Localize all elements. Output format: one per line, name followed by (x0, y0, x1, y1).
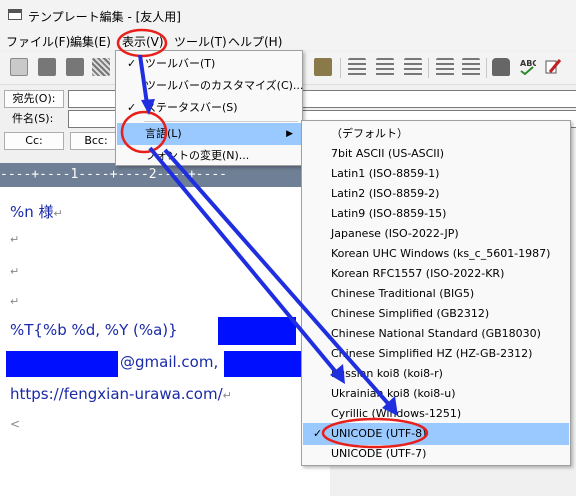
cc-button[interactable]: Cc: (4, 132, 64, 150)
to-button[interactable]: 宛先(O): (4, 90, 64, 108)
menu-edit[interactable]: 編集(E) (70, 33, 111, 50)
language-item[interactable]: Russian koi8 (koi8-r) (303, 363, 569, 385)
menu-item-toolbar[interactable]: ✓ ツールバー(T) (117, 53, 301, 75)
language-item[interactable]: （デフォルト） (303, 123, 569, 145)
subject-label: 件名(S): (12, 112, 54, 125)
open-icon[interactable] (66, 58, 84, 76)
menu-item-language[interactable]: 言語(L) ▶ (117, 123, 301, 145)
editor-line-3: ↵ (10, 265, 20, 278)
language-item[interactable]: 7bit ASCII (US-ASCII) (303, 143, 569, 165)
editor-line-date: %T{%b %d, %Y (%a)} (10, 321, 178, 339)
menu-view[interactable]: 表示(V) (122, 33, 164, 50)
redaction-box (6, 351, 118, 377)
menu-item-customize-toolbar[interactable]: ツールバーのカスタマイズ(C)... (117, 75, 303, 97)
view-menu: ✓ ツールバー(T) ツールバーのカスタマイズ(C)... ✓ ステータスバー(S)… (115, 50, 303, 166)
language-item[interactable]: Chinese Simplified (GB2312) (303, 303, 569, 325)
menu-item-statusbar[interactable]: ✓ ステータスバー(S) (117, 97, 301, 119)
app-icon (8, 9, 22, 20)
align-left-icon[interactable] (348, 58, 366, 76)
menu-tools[interactable]: ツール(T) (174, 33, 227, 50)
editor-line-url: https://fengxian-urawa.com/↵ (10, 385, 232, 403)
language-item[interactable]: Japanese (ISO-2022-JP) (303, 223, 569, 245)
language-item[interactable]: Chinese National Standard (GB18030) (303, 323, 569, 345)
hand-icon[interactable] (492, 58, 510, 76)
editor-line-1: %n 様↵ (10, 203, 63, 221)
svg-text:ABC: ABC (520, 59, 536, 68)
editor-line-2: ↵ (10, 233, 20, 246)
align-right-icon[interactable] (404, 58, 422, 76)
language-submenu: （デフォルト） 7bit ASCII (US-ASCII) Latin1 (IS… (301, 120, 571, 466)
title-bar: テンプレート編集 - [友人用] (0, 0, 576, 30)
save-icon[interactable] (38, 58, 56, 76)
language-item[interactable]: Korean UHC Windows (ks_c_5601-1987) (303, 243, 569, 265)
align-center-icon[interactable] (376, 58, 394, 76)
editor-line-8: < (10, 417, 21, 431)
menu-file[interactable]: ファイル(F) (6, 33, 70, 50)
list-icon[interactable] (436, 58, 454, 76)
new-icon[interactable] (10, 58, 28, 76)
language-item[interactable]: Korean RFC1557 (ISO-2022-KR) (303, 263, 569, 285)
language-item[interactable]: Chinese Simplified HZ (HZ-GB-2312) (303, 343, 569, 365)
paste-icon[interactable] (314, 58, 332, 76)
indent-icon[interactable] (462, 58, 480, 76)
language-item[interactable]: Cyrillic (Windows-1251) (303, 403, 569, 425)
window-title: テンプレート編集 - [友人用] (28, 10, 181, 24)
signature-icon[interactable] (544, 58, 562, 76)
language-item-utf8[interactable]: ✓ UNICODE (UTF-8) (303, 423, 569, 445)
language-item[interactable]: Ukrainian koi8 (koi8-u) (303, 383, 569, 405)
spellcheck-icon[interactable]: ABC (518, 58, 538, 76)
language-item[interactable]: Latin1 (ISO-8859-1) (303, 163, 569, 185)
menu-bar: ファイル(F) 編集(E) 表示(V) ツール(T) ヘルプ(H) (0, 30, 576, 50)
grid-icon[interactable] (92, 58, 110, 76)
editor-line-blank: ↵ (10, 295, 20, 308)
language-item[interactable]: Latin2 (ISO-8859-2) (303, 183, 569, 205)
menu-item-change-font[interactable]: フォントの変更(N)... (117, 145, 301, 167)
language-item[interactable]: Latin9 (ISO-8859-15) (303, 203, 569, 225)
redaction-box (218, 317, 296, 345)
language-item[interactable]: UNICODE (UTF-7) (303, 443, 569, 465)
editor-line-email: @gmail.com, (120, 353, 219, 371)
menu-help[interactable]: ヘルプ(H) (228, 33, 282, 50)
editor-body[interactable]: %n 様↵ ↵ ↵ ↵ %T{%b %d, %Y (%a)} @gmail.co… (0, 187, 330, 496)
language-item[interactable]: Chinese Traditional (BIG5) (303, 283, 569, 305)
submenu-arrow-icon: ▶ (286, 129, 293, 139)
